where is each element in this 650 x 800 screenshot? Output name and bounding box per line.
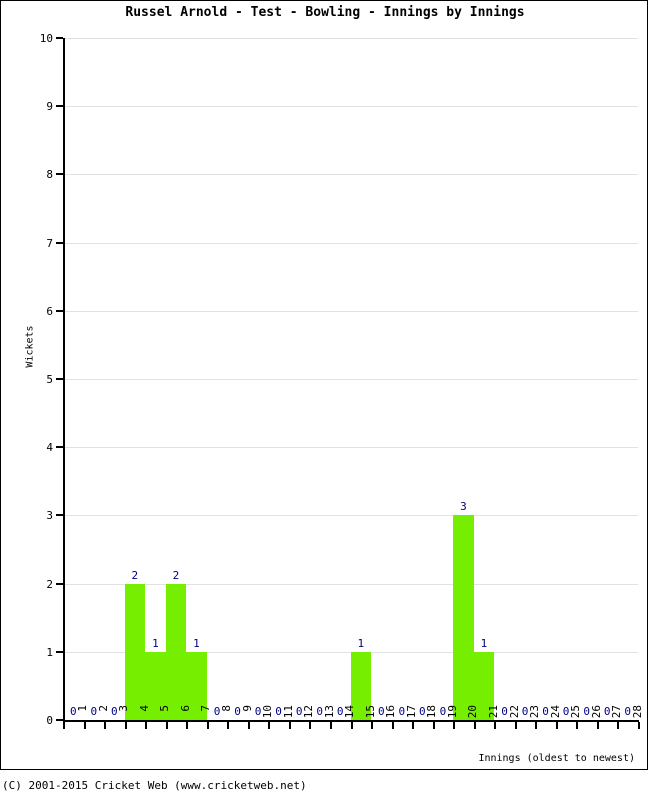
bar-value-label: 0 bbox=[562, 705, 570, 718]
y-axis-tick-label: 0 bbox=[46, 714, 53, 727]
plot-area bbox=[63, 38, 638, 721]
bar-value-label: 0 bbox=[377, 705, 385, 718]
x-axis-tick-label: 20 bbox=[466, 705, 480, 719]
y-axis-tick-label: 1 bbox=[46, 645, 53, 659]
bar-value-label: 0 bbox=[69, 705, 77, 718]
bar-value-label: 0 bbox=[419, 705, 426, 718]
bar-value-label: 1 bbox=[193, 636, 200, 650]
y-axis-tick-label: 2 bbox=[46, 577, 53, 591]
gridline bbox=[63, 583, 638, 585]
y-axis-tick bbox=[56, 309, 63, 312]
gridline bbox=[63, 310, 638, 312]
y-axis-tick bbox=[56, 719, 63, 721]
bar-value-label: 2 bbox=[172, 568, 180, 582]
bar-value-label: 0 bbox=[275, 705, 282, 718]
gridline bbox=[63, 515, 638, 517]
y-axis-tick bbox=[56, 241, 63, 244]
y-axis-title: Wickets bbox=[24, 325, 36, 368]
x-axis-title: Innings (oldest to newest) bbox=[478, 753, 635, 764]
x-axis-tick-label: 4 bbox=[137, 705, 151, 712]
gridline bbox=[63, 447, 638, 449]
bar-value-label: 0 bbox=[254, 705, 262, 718]
y-axis-tick bbox=[56, 582, 63, 585]
bar-value-label: 0 bbox=[501, 705, 508, 718]
bar-value-label: 0 bbox=[111, 705, 118, 718]
chart-title: Russel Arnold - Test - Bowling - Innings… bbox=[125, 5, 525, 20]
bar-value-label: 0 bbox=[336, 705, 344, 718]
bar-value-label: 1 bbox=[357, 636, 365, 650]
bar[interactable] bbox=[165, 583, 187, 720]
y-axis-tick bbox=[56, 105, 63, 108]
y-axis-tick-label: 7 bbox=[46, 236, 53, 250]
bar-value-label: 0 bbox=[439, 705, 447, 718]
y-axis-tick bbox=[56, 37, 63, 39]
gridline bbox=[63, 379, 638, 380]
bar-value-label: 0 bbox=[398, 705, 406, 718]
y-axis-tick bbox=[56, 446, 63, 449]
gridline bbox=[63, 106, 638, 108]
gridline bbox=[63, 242, 638, 244]
y-axis-tick-label: 10 bbox=[39, 32, 53, 45]
bar-value-label: 0 bbox=[316, 705, 323, 718]
bar-value-label: 0 bbox=[521, 705, 529, 718]
y-axis-tick-label: 4 bbox=[46, 441, 53, 455]
y-axis-tick bbox=[56, 173, 63, 176]
bar-value-label: 0 bbox=[603, 705, 611, 718]
y-axis-tick bbox=[56, 514, 63, 517]
x-axis-tick-label: 5 bbox=[158, 705, 172, 712]
x-axis-tick-label: 6 bbox=[178, 705, 192, 712]
y-axis-tick-label: 3 bbox=[46, 509, 53, 523]
y-axis-tick-label: 9 bbox=[46, 100, 53, 114]
y-axis-tick-label: 8 bbox=[46, 168, 53, 182]
bar-value-label: 1 bbox=[152, 636, 159, 650]
bar-value-label: 0 bbox=[234, 705, 241, 718]
x-axis-tick bbox=[63, 722, 65, 729]
bar-value-label: 0 bbox=[295, 705, 303, 718]
footer-copyright: (C) 2001-2015 Cricket Web (www.cricketwe… bbox=[2, 779, 307, 792]
y-axis-line bbox=[63, 38, 65, 721]
gridline bbox=[63, 38, 638, 39]
gridline bbox=[63, 174, 638, 176]
bar-value-label: 0 bbox=[542, 705, 549, 718]
bar[interactable] bbox=[124, 583, 146, 720]
y-axis-tick bbox=[56, 650, 63, 653]
bar-value-label: 0 bbox=[583, 705, 590, 718]
y-axis-tick bbox=[56, 378, 63, 380]
bar[interactable] bbox=[453, 515, 474, 720]
chart-frame: Russel Arnold - Test - Bowling - Innings… bbox=[0, 0, 648, 770]
bar-value-label: 0 bbox=[90, 705, 98, 718]
bar-value-label: 1 bbox=[480, 636, 488, 650]
bar-value-label: 0 bbox=[213, 705, 221, 718]
bar-value-label: 0 bbox=[624, 705, 632, 718]
bar-value-label: 2 bbox=[131, 568, 139, 582]
bar-value-label: 3 bbox=[460, 500, 467, 514]
